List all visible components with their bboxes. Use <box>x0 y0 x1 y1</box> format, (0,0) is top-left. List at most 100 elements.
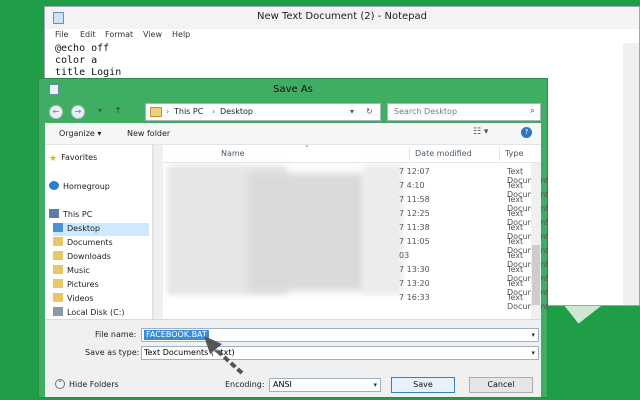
column-divider[interactable] <box>409 147 410 161</box>
file-row[interactable]: 7 11:05 Text Document <box>163 235 548 255</box>
file-row[interactable]: 7 11:38 Text Document <box>163 221 548 241</box>
menu-edit[interactable]: Edit <box>80 30 96 39</box>
column-name[interactable]: Name <box>221 149 245 158</box>
nav-item-desktop[interactable]: Desktop <box>53 223 149 236</box>
search-box[interactable]: Search Desktop ⌕ <box>387 103 541 121</box>
homegroup-icon <box>49 181 59 190</box>
file-row[interactable]: 7 11:58 Text Document <box>163 193 548 213</box>
file-date: 7 13:20 <box>399 279 430 288</box>
file-row[interactable]: 7 12:07 Text Document <box>163 165 548 185</box>
save-button[interactable]: Save <box>391 377 455 393</box>
chevron-down-icon[interactable]: ▾ <box>350 107 354 116</box>
chevron-down-icon[interactable]: ▾ <box>373 381 377 389</box>
folder-icon <box>150 107 162 117</box>
file-date: 7 16:33 <box>399 293 430 302</box>
file-row[interactable]: 7 13:30 Text Document <box>163 263 548 283</box>
up-arrow-icon[interactable]: ↑ <box>111 105 125 119</box>
new-folder-button[interactable]: New folder <box>127 129 170 138</box>
breadcrumb-desktop[interactable]: Desktop <box>220 107 253 116</box>
chevron-down-icon[interactable]: ▾ <box>531 349 535 357</box>
navigation-pane-scrollbar[interactable] <box>153 145 163 319</box>
column-date-modified[interactable]: Date modified <box>415 149 472 158</box>
nav-item-pictures[interactable]: Pictures <box>53 279 99 292</box>
menu-view[interactable]: View <box>143 30 162 39</box>
encoding-label: Encoding: <box>225 380 265 389</box>
column-type[interactable]: Type <box>505 149 523 158</box>
nav-item-music[interactable]: Music <box>53 265 90 278</box>
list-header: Name ˄ Date modified Type <box>163 145 541 163</box>
file-type: Text Document <box>507 293 549 311</box>
search-icon[interactable]: ⌕ <box>530 106 535 116</box>
menu-file[interactable]: File <box>55 30 68 39</box>
nav-item-videos[interactable]: Videos <box>53 293 94 306</box>
encoding-select[interactable]: ANSI ▾ <box>269 378 381 392</box>
file-date: 7 12:25 <box>399 209 430 218</box>
forward-arrow-icon[interactable]: → <box>71 105 85 119</box>
notepad-scrollbar[interactable] <box>623 43 639 305</box>
file-date: 7 11:58 <box>399 195 430 204</box>
nav-label: Music <box>67 266 90 275</box>
nav-item-documents[interactable]: Documents <box>53 237 113 250</box>
nav-this-pc[interactable]: This PC <box>49 209 92 222</box>
nav-homegroup[interactable]: Homegroup <box>49 181 110 194</box>
videos-folder-icon <box>53 293 63 302</box>
dialog-titlebar[interactable]: Save As <box>39 79 547 101</box>
file-row[interactable]: 7 13:20 Text Document <box>163 277 548 297</box>
file-date: 7 13:30 <box>399 265 430 274</box>
nav-label: Homegroup <box>63 182 110 191</box>
annotation-arrow <box>204 336 244 375</box>
chevron-down-icon[interactable]: ▾ <box>531 331 535 339</box>
save-options-panel: File name: FACEBOOK.BAT ▾ Save as type: … <box>45 319 541 397</box>
dialog-toolbar: Organize ▾ New folder ☷ ▾ ? <box>45 123 541 145</box>
desktop-folder-icon <box>53 223 63 232</box>
sort-arrow-icon: ˄ <box>305 145 309 153</box>
cancel-button[interactable]: Cancel <box>469 377 533 393</box>
notepad-titlebar[interactable]: New Text Document (2) - Notepad <box>45 7 639 29</box>
file-list: Name ˄ Date modified Type 7 12:07 Text Do… <box>163 145 548 319</box>
nav-label: Pictures <box>67 280 99 289</box>
scrollbar-thumb[interactable] <box>532 245 540 305</box>
breadcrumb-this-pc[interactable]: This PC <box>174 107 203 116</box>
nav-item-downloads[interactable]: Downloads <box>53 251 111 264</box>
nav-label: Videos <box>67 294 94 303</box>
refresh-icon[interactable]: ↻ <box>366 107 373 116</box>
help-icon[interactable]: ? <box>521 127 532 138</box>
recent-locations-icon[interactable]: ▾ <box>93 105 107 119</box>
arrow-shaft <box>210 344 244 375</box>
menu-help[interactable]: Help <box>172 30 190 39</box>
file-date: 03 <box>399 251 410 260</box>
text-line: @echo off <box>55 43 110 54</box>
file-date: 7 11:05 <box>399 237 430 246</box>
file-row[interactable]: 7 12:25 Text Document <box>163 207 548 227</box>
star-icon: ★ <box>49 154 58 164</box>
hide-folders-label: Hide Folders <box>69 380 119 389</box>
column-divider[interactable] <box>499 147 500 161</box>
file-date: 7 11:38 <box>399 223 430 232</box>
nav-favorites[interactable]: ★ Favorites <box>49 153 97 166</box>
file-row[interactable]: 03 Text Document <box>163 249 548 269</box>
save-as-type-label: Save as type: <box>85 348 140 357</box>
notepad-title: New Text Document (2) - Notepad <box>256 11 427 22</box>
nav-label: This PC <box>63 210 93 219</box>
notepad-menubar: File Edit Format View Help <box>45 29 639 43</box>
file-name-label: File name: <box>95 330 137 339</box>
nav-label: Documents <box>67 238 113 247</box>
view-options-icon[interactable]: ☷ ▾ <box>473 127 488 137</box>
search-input[interactable]: Search Desktop <box>394 107 457 116</box>
navigation-pane: ★ Favorites Homegroup This PC Desktop Doc… <box>45 145 153 319</box>
dialog-client-area: Organize ▾ New folder ☷ ▾ ? ★ Favorites H… <box>45 123 548 397</box>
chevron-up-icon: ˄ <box>55 379 65 389</box>
breadcrumb-separator-icon: › <box>166 107 170 116</box>
text-line: color a <box>55 55 98 66</box>
organize-button[interactable]: Organize ▾ <box>59 129 101 138</box>
file-date: 7 4:10 <box>399 181 425 190</box>
breadcrumb-separator-icon: › <box>212 107 216 116</box>
notepad-text-area[interactable]: @echo off color a title Login <box>55 43 121 79</box>
navigation-bar: ← → ▾ ↑ › This PC › Desktop ▾ ↻ Search D… <box>45 101 541 123</box>
back-arrow-icon[interactable]: ← <box>49 105 63 119</box>
menu-format[interactable]: Format <box>105 30 133 39</box>
save-as-dialog: Save As ← → ▾ ↑ › This PC › Desktop ▾ ↻ … <box>38 78 548 398</box>
address-bar[interactable]: › This PC › Desktop ▾ ↻ <box>145 103 381 121</box>
file-row[interactable]: 7 16:33 Text Document <box>163 291 548 311</box>
file-row[interactable]: 7 4:10 Text Document <box>163 179 548 199</box>
